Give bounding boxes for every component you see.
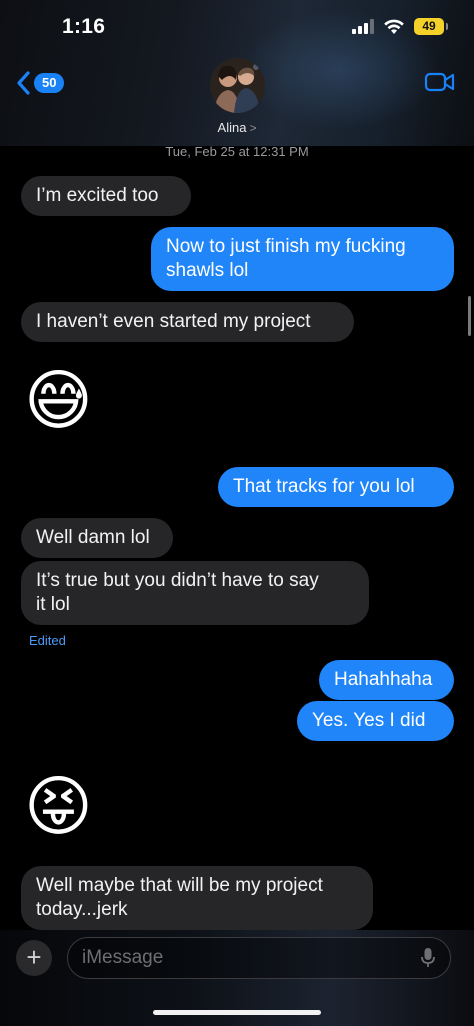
scroll-indicator[interactable]: [468, 296, 471, 336]
avatar-photo: [210, 58, 265, 113]
chevron-left-icon: [17, 71, 30, 95]
message-bubble-outgoing[interactable]: Hahahhaha: [319, 660, 454, 700]
imessage-placeholder: iMessage: [82, 947, 164, 968]
message-bubble-outgoing[interactable]: Yes. Yes I did: [297, 701, 454, 741]
message-bubble-outgoing[interactable]: That tracks for you lol: [218, 467, 454, 507]
message-text: Well damn lol: [36, 527, 150, 548]
wifi-icon: [384, 19, 404, 34]
message-bubble-incoming[interactable]: It’s true but you didn’t have to say it …: [21, 561, 369, 625]
contact-name: Alina: [217, 120, 247, 135]
message-text-line: today...jerk: [36, 899, 128, 920]
video-camera-icon: [424, 72, 455, 92]
message-text-line: it lol: [36, 594, 70, 615]
timestamp-day: Tue, Feb 25: [165, 144, 235, 159]
squinting-tongue-emoji: 😝: [24, 769, 93, 843]
message-text: Yes. Yes I did: [312, 710, 426, 731]
chevron-right-icon: >: [249, 121, 257, 135]
battery-icon: 49: [414, 18, 448, 35]
message-text-line: It’s true but you didn’t have to say: [36, 570, 319, 591]
contact-avatar[interactable]: [210, 58, 265, 113]
message-bubble-incoming[interactable]: I’m excited too: [21, 176, 191, 216]
emoji-message[interactable]: 😝: [24, 766, 93, 846]
message-text: Hahahhaha: [334, 669, 433, 690]
message-bubble-outgoing[interactable]: Now to just finish my fucking shawls lol: [151, 227, 454, 291]
message-text-line: Well maybe that will be my project: [36, 875, 323, 896]
status-time: 1:16: [62, 15, 106, 38]
message-bubble-incoming[interactable]: Well damn lol: [21, 518, 173, 558]
message-text-line: shawls lol: [166, 260, 249, 281]
message-text: That tracks for you lol: [233, 476, 415, 497]
edited-label[interactable]: Edited: [29, 633, 66, 648]
contact-name-button[interactable]: Alina >: [0, 120, 474, 135]
emoji-message[interactable]: 😅: [24, 360, 93, 440]
plus-icon: +: [26, 942, 42, 972]
home-indicator[interactable]: [153, 1010, 321, 1015]
microphone-icon[interactable]: [420, 947, 436, 969]
message-text: I’m excited too: [36, 185, 159, 206]
timestamp-at: at: [238, 144, 250, 159]
message-bubble-incoming[interactable]: I haven’t even started my project: [21, 302, 354, 342]
back-button[interactable]: 50: [16, 70, 65, 96]
facetime-button[interactable]: [424, 71, 456, 98]
conversation-timestamp: Tue, Feb 25 at 12:31 PM: [0, 144, 474, 159]
message-text: I haven’t even started my project: [36, 311, 311, 332]
message-bubble-incoming[interactable]: Well maybe that will be my project today…: [21, 866, 373, 930]
battery-level: 49: [422, 19, 436, 33]
unread-count-badge: 50: [34, 73, 65, 93]
status-icons: 49: [352, 18, 448, 35]
apps-plus-button[interactable]: +: [16, 940, 52, 976]
imessage-input[interactable]: iMessage: [67, 937, 451, 979]
message-text-line: Now to just finish my fucking: [166, 236, 406, 257]
battery-tip: [446, 23, 448, 30]
cellular-signal-icon: [352, 19, 374, 34]
grinning-sweat-emoji: 😅: [24, 363, 93, 437]
timestamp-time: 12:31 PM: [253, 144, 309, 159]
